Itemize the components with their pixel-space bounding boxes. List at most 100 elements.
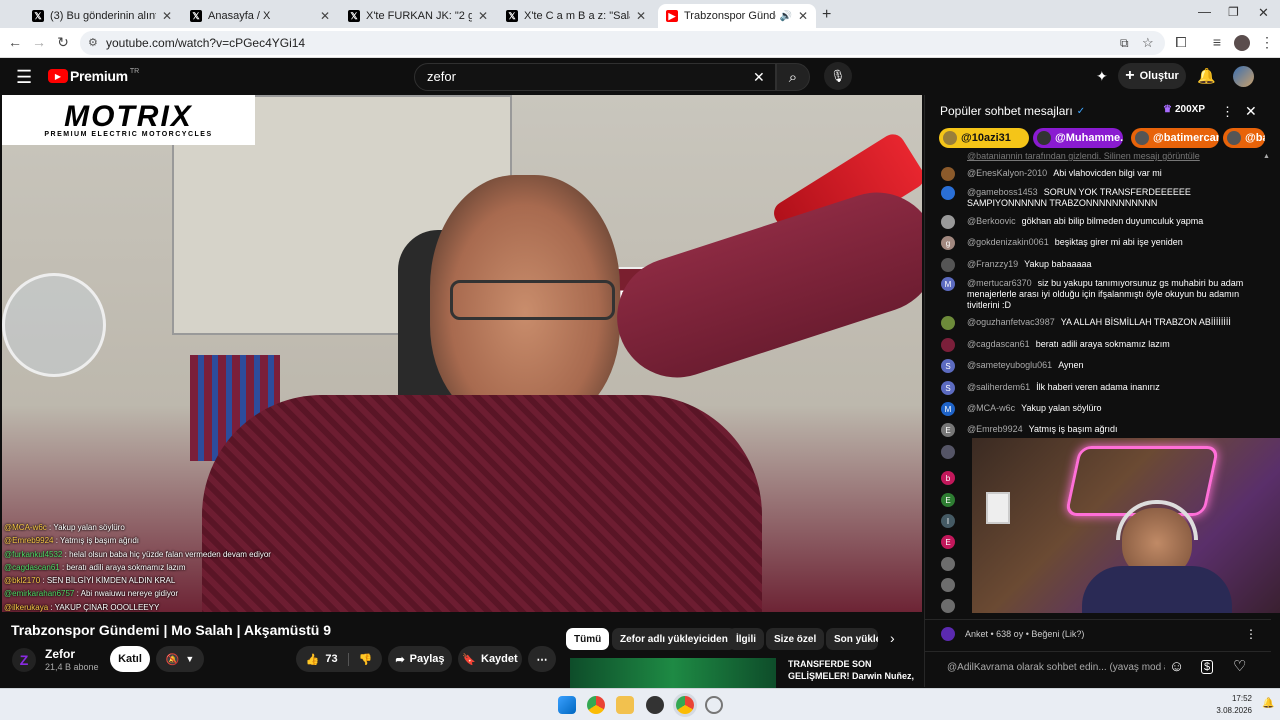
chevron-right-icon[interactable]: › xyxy=(890,630,895,646)
search-button[interactable]: ⌕ xyxy=(776,63,810,91)
close-icon[interactable]: ✕ xyxy=(320,9,330,23)
recommended-thumbnail[interactable] xyxy=(570,658,776,688)
tab-5-active[interactable]: ▶ Trabzonspor Gündemi | Mo 🔊 ✕ xyxy=(658,4,816,28)
close-icon[interactable]: ✕ xyxy=(162,9,172,23)
chrome-icon[interactable] xyxy=(587,696,605,714)
forward-arrow-icon[interactable]: → xyxy=(30,34,48,50)
back-arrow-icon[interactable]: ← xyxy=(6,34,24,50)
new-tab-button[interactable]: + xyxy=(822,6,831,24)
chat-chip[interactable]: @10azi31 xyxy=(939,128,1029,148)
poll-more-icon[interactable]: ⋮ xyxy=(1245,627,1257,641)
tab-4[interactable]: 𝕏 X'te C a m B a z: "Salah için; Mo ✕ xyxy=(498,4,654,28)
reload-icon[interactable]: ↻ xyxy=(54,34,72,51)
category-chip-for-you[interactable]: Size özel xyxy=(766,628,825,650)
close-icon[interactable]: ✕ xyxy=(478,9,488,23)
subscribe-notifications-button[interactable]: 🔕 ▼ xyxy=(156,646,204,672)
chat-chip[interactable]: @bati xyxy=(1223,128,1265,148)
profile-avatar[interactable] xyxy=(1234,35,1250,51)
save-button[interactable]: 🔖 Kaydet xyxy=(458,646,522,672)
chat-author[interactable]: @oguzhanfetvac3987 xyxy=(967,317,1055,327)
search-input[interactable]: zefor ✕ xyxy=(414,63,776,91)
rec-title-line: GELİŞMELER! Darwin Nuñez, xyxy=(788,671,915,681)
emoji-icon[interactable]: ☺ xyxy=(1169,658,1184,675)
url-field[interactable]: ⚙ youtube.com/watch?v=cPGec4YGi14 ⧉ ☆ xyxy=(80,31,1165,55)
extensions-icon[interactable]: ⧠ xyxy=(1172,34,1190,51)
chat-author[interactable]: @Berkoovic xyxy=(967,216,1016,226)
share-button[interactable]: ➦ Paylaş xyxy=(388,646,452,672)
search-text: zefor xyxy=(427,69,456,84)
category-chip-uploader[interactable]: Zefor adlı yükleyiciden xyxy=(612,628,736,650)
clear-search-icon[interactable]: ✕ xyxy=(753,64,765,90)
user-avatar xyxy=(941,316,955,330)
maximize-button[interactable]: ❐ xyxy=(1228,5,1239,19)
voice-search-button[interactable]: 🎙 xyxy=(824,62,852,90)
picture-in-picture-video[interactable] xyxy=(972,438,1280,613)
hidden-message-line[interactable]: @bataniannin tarafından gizlendi. Siline… xyxy=(967,151,1200,161)
minimize-button[interactable]: — xyxy=(1198,4,1211,19)
chat-chip[interactable]: @Muhamme... xyxy=(1033,128,1123,148)
premium-games-icon[interactable]: ✦ xyxy=(1096,68,1108,85)
chat-more-icon[interactable]: ⋮ xyxy=(1221,104,1234,120)
like-button[interactable]: 👍 73 xyxy=(305,652,349,666)
site-info-icon[interactable]: ⚙ xyxy=(88,31,98,55)
bookmark-star-icon[interactable]: ☆ xyxy=(1142,31,1154,55)
speaker-icon[interactable]: 🔊 xyxy=(779,11,791,22)
super-chat-icon[interactable]: $ xyxy=(1201,660,1214,674)
clock-date[interactable]: 3.08.2026 xyxy=(1214,706,1252,715)
close-window-button[interactable]: ✕ xyxy=(1258,5,1269,21)
chat-author[interactable]: @gameboss1453 xyxy=(967,187,1038,197)
app-icon[interactable] xyxy=(646,696,664,714)
close-icon[interactable]: ✕ xyxy=(798,9,808,23)
create-button[interactable]: + Oluştur xyxy=(1118,63,1186,89)
overlay-chat-line: @bkl2170 : SEN BİLGİYİ KİMDEN ALDIN KRAL xyxy=(4,576,176,586)
bell-off-icon: 🔕 xyxy=(165,653,180,666)
more-actions-button[interactable]: ⋯ xyxy=(528,646,556,672)
chat-author[interactable]: @gokdenizakin0061 xyxy=(967,237,1049,247)
tab-1[interactable]: 𝕏 (3) Bu gönderinin alıntılamaları ✕ xyxy=(24,4,180,28)
join-button[interactable]: Katıl xyxy=(110,646,150,672)
close-icon[interactable]: ✕ xyxy=(636,9,646,23)
close-chat-icon[interactable]: ✕ xyxy=(1245,103,1257,120)
chat-author[interactable]: @cagdascan61 xyxy=(967,339,1030,349)
chrome-active-icon[interactable] xyxy=(676,696,694,714)
channel-avatar[interactable]: Z xyxy=(12,648,36,672)
hamburger-menu-icon[interactable]: ☰ xyxy=(16,67,32,88)
chat-author[interactable]: @EnesKalyon-2010 xyxy=(967,168,1047,178)
scroll-up-arrow-icon[interactable]: ▲ xyxy=(1263,153,1270,160)
chat-author[interactable]: @mertucar6370 xyxy=(967,278,1032,288)
xp-badge[interactable]: ♛ 200XP xyxy=(1163,104,1205,115)
video-player[interactable]: TRABZON MOTRIX PREMIUM ELECTRIC MOTORCYC… xyxy=(2,95,922,612)
browser-menu-icon[interactable]: ⋮ xyxy=(1258,34,1276,51)
chat-chip[interactable]: @batimercan xyxy=(1131,128,1219,148)
category-chip-all[interactable]: Tümü xyxy=(566,628,610,650)
chat-author[interactable]: @sameteyuboglu061 xyxy=(967,360,1052,370)
category-chip-related[interactable]: İlgili xyxy=(728,628,764,650)
chat-author[interactable]: @Franzzy19 xyxy=(967,259,1018,269)
chat-author[interactable]: @MCA-w6c xyxy=(967,403,1015,413)
media-control-icon[interactable]: ≡ xyxy=(1208,34,1226,50)
chat-title[interactable]: Popüler sohbet mesajları ✓ xyxy=(940,104,1085,118)
tab-3[interactable]: 𝕏 X'te FURKAN JK: "2 gündür bizle ✕ xyxy=(340,4,496,28)
notification-icon[interactable]: 🔔 xyxy=(1262,698,1274,709)
file-explorer-icon[interactable] xyxy=(616,696,634,714)
poll-banner[interactable]: Anket • 638 oy • Beğeni (Lik?) ⋮ xyxy=(925,619,1271,647)
channel-name[interactable]: Zefor xyxy=(45,647,75,661)
notifications-bell-icon[interactable]: 🔔 xyxy=(1197,67,1216,85)
browser-tab-bar: 𝕏 (3) Bu gönderinin alıntılamaları ✕ 𝕏 A… xyxy=(0,0,1280,28)
account-avatar[interactable] xyxy=(1233,66,1254,87)
thumbs-up-icon: 👍 xyxy=(305,653,320,666)
clock-time[interactable]: 17:52 xyxy=(1222,694,1252,703)
chat-author[interactable]: @saliherdem61 xyxy=(967,382,1030,392)
recommended-title[interactable]: TRANSFERDE SON GELİŞMELER! Darwin Nuñez, xyxy=(788,658,915,682)
install-app-icon[interactable]: ⧉ xyxy=(1120,31,1129,55)
app-icon[interactable] xyxy=(705,696,723,714)
heart-icon[interactable]: ♡ xyxy=(1233,657,1246,675)
windows-start-icon[interactable] xyxy=(558,696,576,714)
tab-2[interactable]: 𝕏 Anasayfa / X ✕ xyxy=(182,4,338,28)
thumbs-down-icon[interactable]: 👎 xyxy=(349,653,373,666)
user-avatar: b xyxy=(941,471,955,485)
category-chip-recent[interactable]: Son yükler xyxy=(826,628,878,650)
chat-input[interactable]: @AdilKavrama olarak sohbet edin... (yava… xyxy=(947,662,1165,673)
youtube-logo[interactable]: ▶ Premium TR xyxy=(48,68,139,84)
chat-author[interactable]: @Emreb9924 xyxy=(967,424,1023,434)
